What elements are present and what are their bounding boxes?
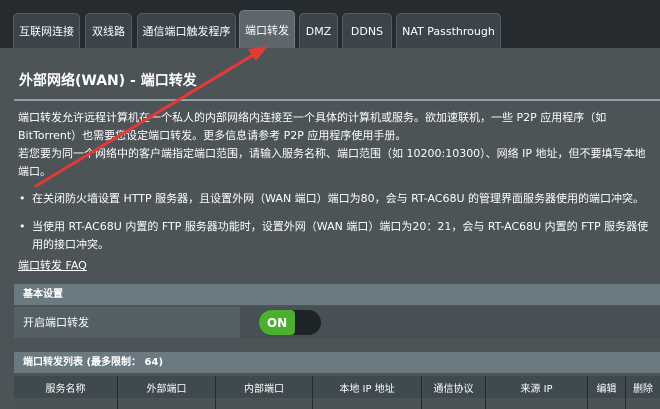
col-service-name: 服务名称 (14, 376, 118, 398)
enable-port-forwarding-label: 开启端口转发 (14, 307, 240, 338)
note-bullet-2-line-2: 用的接口冲突。 (32, 238, 109, 251)
note-bullet-1: 在关闭防火墙设置 HTTP 服务器，且设置外网（WAN 端口）端口为80，会与 … (18, 190, 654, 208)
tab-port-forwarding[interactable]: 端口转发 (239, 10, 295, 48)
title-divider (14, 99, 660, 101)
tab-dmz[interactable]: DMZ (299, 13, 338, 48)
forward-list-header: 端口转发列表 (最多限制： 64) (14, 352, 660, 373)
cell-source-ip[interactable] (486, 398, 588, 409)
cell-delete[interactable] (626, 398, 660, 409)
col-external-port: 外部端口 (118, 376, 216, 398)
page-description: 端口转发允许远程计算机在一个私人的内部网络内连接至一个具体的计算机或服务。欲加速… (18, 109, 648, 181)
col-internal-port: 内部端口 (216, 376, 313, 398)
cell-external-port[interactable] (118, 398, 216, 409)
enable-port-forwarding-toggle[interactable]: ON (259, 310, 321, 335)
note-bullet-1-text: 在关闭防火墙设置 HTTP 服务器，且设置外网（WAN 端口）端口为80，会与 … (32, 192, 644, 205)
forward-table-header: 服务名称 外部端口 内部端口 本地 IP 地址 通信协议 来源 IP 编辑 删除 (14, 376, 660, 398)
description-line-4: 端口。 (18, 165, 51, 178)
forward-table-input-row (14, 398, 660, 409)
basic-settings-header: 基本设置 (14, 284, 660, 305)
tab-ddns[interactable]: DDNS (342, 13, 392, 48)
col-edit: 编辑 (588, 376, 626, 398)
main-panel: 外部网络(WAN) - 端口转发 端口转发允许远程计算机在一个私人的内部网络内连… (0, 48, 660, 409)
tab-dual-wan[interactable]: 双线路 (85, 13, 132, 48)
tab-port-trigger[interactable]: 通信端口触发程序 (137, 13, 236, 48)
description-line-3: 若您要为同一个网络中的客户端指定端口范围，请输入服务名称、端口范围（如 1020… (18, 147, 646, 160)
description-line-2: BitTorrent）也需要您设定端口转发。更多信息请参考 P2P 应用程序使用… (18, 129, 407, 142)
cell-internal-port[interactable] (216, 398, 313, 409)
cell-service-name[interactable] (14, 398, 118, 409)
cell-protocol[interactable] (422, 398, 486, 409)
tab-nat-passthrough[interactable]: NAT Passthrough (396, 13, 501, 48)
cell-edit[interactable] (588, 398, 626, 409)
col-local-ip: 本地 IP 地址 (313, 376, 422, 398)
cell-local-ip[interactable] (313, 398, 422, 409)
page-title: 外部网络(WAN) - 端口转发 (19, 73, 197, 89)
faq-link[interactable]: 端口转发 FAQ (18, 257, 87, 273)
note-bullet-2: 当使用 RT-AC68U 内置的 FTP 服务器功能时，设置外网（WAN 端口）… (18, 218, 654, 254)
tab-internet-connection[interactable]: 互联网连接 (13, 13, 80, 48)
toggle-on-label: ON (259, 310, 295, 335)
tab-bar: 互联网连接 双线路 通信端口触发程序 端口转发 DMZ DDNS NAT Pas… (0, 0, 660, 48)
enable-port-forwarding-row: 开启端口转发 ON (14, 307, 660, 338)
description-line-1: 端口转发允许远程计算机在一个私人的内部网络内连接至一个具体的计算机或服务。欲加速… (18, 111, 607, 124)
col-delete: 删除 (633, 383, 653, 395)
col-protocol: 通信协议 (422, 376, 486, 398)
col-source-ip: 来源 IP (486, 376, 588, 398)
note-bullet-2-line-1: 当使用 RT-AC68U 内置的 FTP 服务器功能时，设置外网（WAN 端口）… (32, 220, 649, 233)
